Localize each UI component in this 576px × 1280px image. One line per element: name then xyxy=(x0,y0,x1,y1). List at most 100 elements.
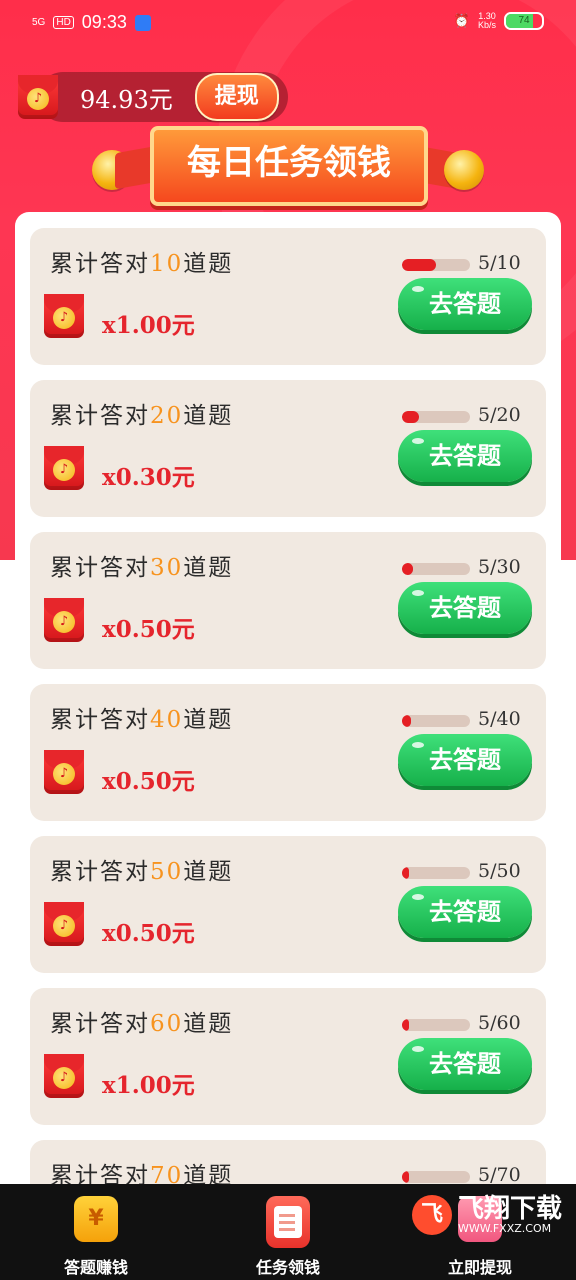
go-answer-button[interactable]: 去答题 xyxy=(398,886,532,938)
task-reward: x0.50元 xyxy=(102,616,195,643)
red-packet-icon: ♪ xyxy=(44,294,84,338)
go-answer-button[interactable]: 去答题 xyxy=(398,582,532,634)
tab-label: 立即提现 xyxy=(447,1258,512,1277)
progress-fill xyxy=(402,1171,409,1183)
progress-fill xyxy=(402,411,419,423)
red-packet-icon: ♪ xyxy=(44,446,84,490)
go-answer-label: 去答题 xyxy=(429,898,501,926)
task-count: 60 xyxy=(150,1011,184,1037)
progress-text: 5/60 xyxy=(478,1012,521,1034)
task-panel: 累计答对10道题 ♪ x1.00元 5/10 去答题 累计答对20道题 ♪ x0… xyxy=(15,212,561,1280)
progress-text: 5/50 xyxy=(478,860,521,882)
progress-bar xyxy=(402,1019,470,1031)
task-reward: x0.50元 xyxy=(102,920,195,947)
task-card: 累计答对60道题 ♪ x1.00元 5/60 去答题 xyxy=(30,988,546,1125)
task-title-suffix: 道题 xyxy=(183,1011,234,1037)
task-title-prefix: 累计答对 xyxy=(50,1011,150,1037)
task-title: 累计答对60道题 xyxy=(50,1004,233,1038)
task-title: 累计答对30道题 xyxy=(50,548,233,582)
go-answer-label: 去答题 xyxy=(429,290,501,318)
red-packet-icon: ♪ xyxy=(18,75,58,119)
battery-icon: 74 xyxy=(504,12,544,30)
progress-bar xyxy=(402,259,470,271)
hd-badge: HD xyxy=(53,16,74,29)
watermark-text: 飞翔下载 xyxy=(457,1194,562,1224)
watermark-url: WWW.FXXZ.COM xyxy=(457,1222,552,1235)
task-count: 30 xyxy=(150,555,184,581)
progress-bar xyxy=(402,411,470,423)
task-title-prefix: 累计答对 xyxy=(50,403,150,429)
page-title: 每日任务领钱 xyxy=(150,126,428,206)
speed-unit: Kb/s xyxy=(477,20,496,30)
go-answer-button[interactable]: 去答题 xyxy=(398,1038,532,1090)
task-card: 累计答对30道题 ♪ x0.50元 5/30 去答题 xyxy=(30,532,546,669)
money-icon: ¥ xyxy=(74,1196,118,1242)
status-time: 09:33 xyxy=(81,12,127,32)
watermark-logo: 飞 xyxy=(411,1195,452,1235)
task-count: 10 xyxy=(150,251,184,277)
task-title-prefix: 累计答对 xyxy=(50,251,150,277)
task-title-suffix: 道题 xyxy=(183,555,234,581)
go-answer-label: 去答题 xyxy=(429,594,501,622)
progress-fill xyxy=(402,259,436,271)
withdraw-button[interactable]: 提现 xyxy=(194,73,279,121)
watermark: 飞 飞翔下载 WWW.FXXZ.COM xyxy=(411,1194,562,1235)
task-card: 累计答对40道题 ♪ x0.50元 5/40 去答题 xyxy=(30,684,546,821)
task-card: 累计答对50道题 ♪ x0.50元 5/50 去答题 xyxy=(30,836,546,973)
progress-text: 5/20 xyxy=(478,404,521,426)
tab-label: 答题赚钱 xyxy=(63,1258,128,1277)
task-card: 累计答对10道题 ♪ x1.00元 5/10 去答题 xyxy=(30,228,546,365)
task-card: 累计答对20道题 ♪ x0.30元 5/20 去答题 xyxy=(30,380,546,517)
go-answer-button[interactable]: 去答题 xyxy=(398,734,532,786)
red-packet-icon: ♪ xyxy=(44,902,84,946)
progress-fill xyxy=(402,563,414,575)
status-bar: 5G HD 09:33 ⏰ 1.30 Kb/s 74 xyxy=(0,0,576,44)
task-title-suffix: 道题 xyxy=(183,251,234,277)
task-title: 累计答对20道题 xyxy=(50,396,233,430)
task-title-suffix: 道题 xyxy=(183,859,234,885)
task-title-suffix: 道题 xyxy=(183,403,234,429)
task-title: 累计答对50道题 xyxy=(50,852,233,886)
red-packet-icon: ♪ xyxy=(44,750,84,794)
battery-level: 74 xyxy=(518,15,530,26)
network-speed: 1.30 Kb/s xyxy=(478,12,496,30)
progress-text: 5/70 xyxy=(478,1164,521,1186)
red-packet-icon: ♪ xyxy=(44,598,84,642)
progress-text: 5/30 xyxy=(478,556,521,578)
progress-text: 5/10 xyxy=(478,252,521,274)
task-title: 累计答对10道题 xyxy=(50,244,233,278)
task-count: 20 xyxy=(150,403,184,429)
tab-answer-earn[interactable]: ¥ 答题赚钱 xyxy=(16,1184,176,1280)
progress-bar xyxy=(402,867,470,879)
progress-fill xyxy=(402,1019,409,1031)
task-title-prefix: 累计答对 xyxy=(50,707,150,733)
go-answer-label: 去答题 xyxy=(429,1050,501,1078)
signal-icon: 5G xyxy=(32,16,46,28)
go-answer-label: 去答题 xyxy=(429,442,501,470)
go-answer-button[interactable]: 去答题 xyxy=(398,430,532,482)
progress-bar xyxy=(402,715,470,727)
task-count: 50 xyxy=(150,859,184,885)
progress-fill xyxy=(402,867,409,879)
task-reward: x0.50元 xyxy=(102,768,195,795)
task-title: 累计答对40道题 xyxy=(50,700,233,734)
task-icon xyxy=(266,1196,310,1248)
progress-bar xyxy=(402,563,470,575)
balance-bar: ♪ 94.93元 提现 xyxy=(18,72,288,122)
alarm-icon: ⏰ xyxy=(453,13,470,28)
tab-label: 任务领钱 xyxy=(255,1258,320,1277)
red-packet-icon: ♪ xyxy=(44,1054,84,1098)
task-reward: x1.00元 xyxy=(102,312,195,339)
go-answer-button[interactable]: 去答题 xyxy=(398,278,532,330)
progress-fill xyxy=(402,715,411,727)
task-reward: x1.00元 xyxy=(102,1072,195,1099)
go-answer-label: 去答题 xyxy=(429,746,501,774)
task-reward: x0.30元 xyxy=(102,464,195,491)
balance-amount: 94.93元 xyxy=(80,85,173,114)
task-title-suffix: 道题 xyxy=(183,707,234,733)
task-title-prefix: 累计答对 xyxy=(50,555,150,581)
task-title-prefix: 累计答对 xyxy=(50,859,150,885)
tab-task-earn[interactable]: 任务领钱 xyxy=(208,1184,368,1280)
task-count: 40 xyxy=(150,707,184,733)
app-notification-icon xyxy=(134,14,151,31)
